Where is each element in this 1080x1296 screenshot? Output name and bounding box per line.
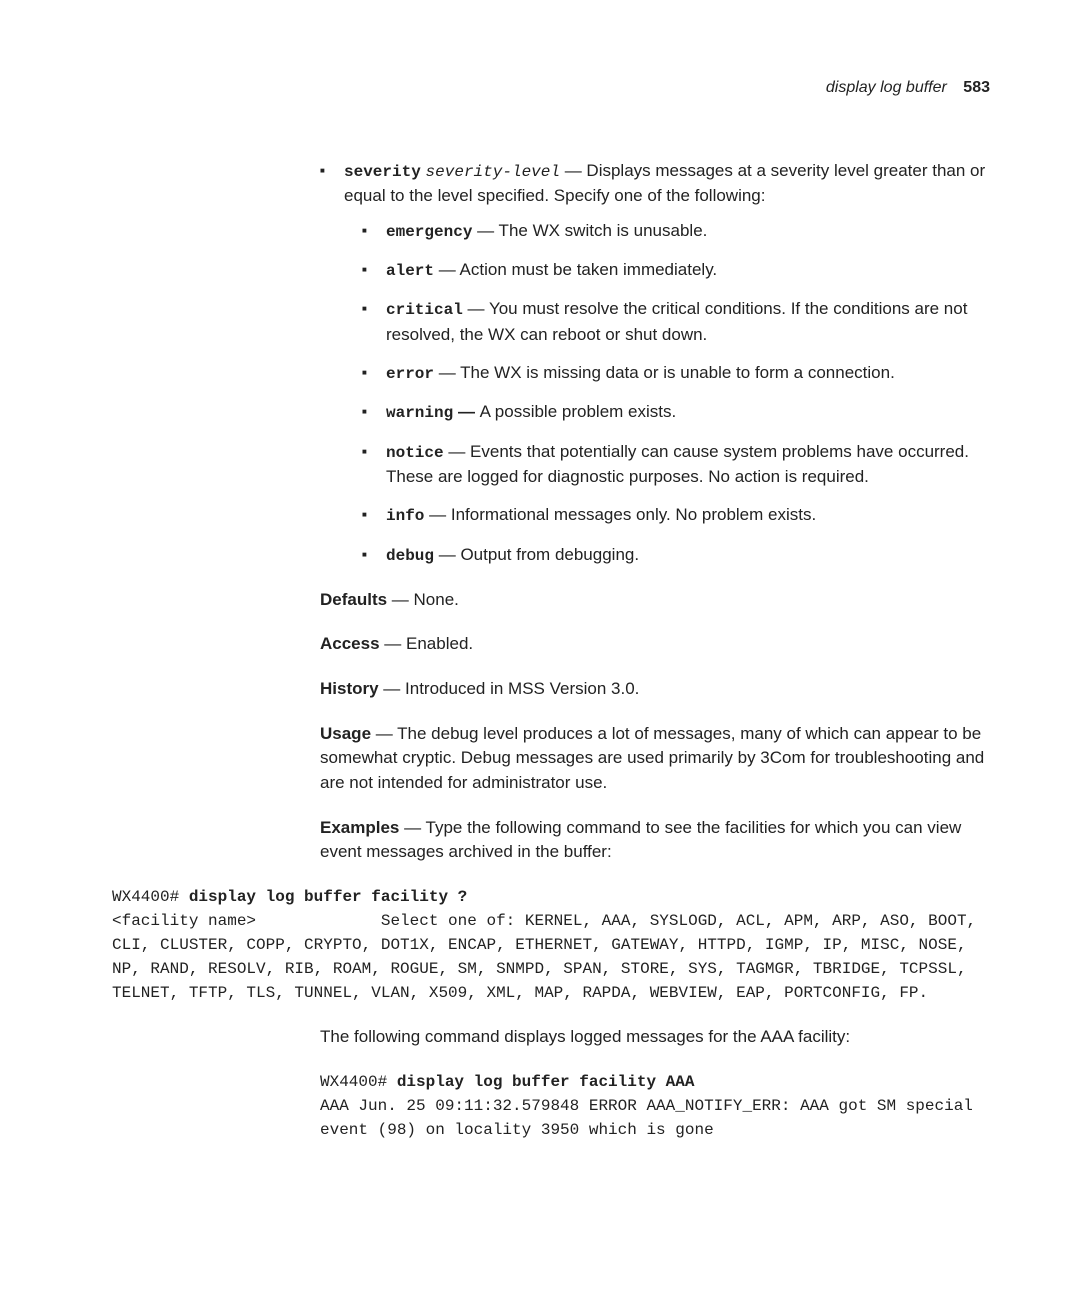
examples-label: Examples	[320, 818, 399, 837]
level-keyword: debug	[386, 547, 434, 565]
severity-arg: severity-level	[426, 163, 560, 181]
level-sep: —	[453, 402, 479, 421]
level-text: — Action must be taken immediately.	[434, 260, 717, 279]
list-item: alert — Action must be taken immediately…	[362, 258, 990, 283]
level-keyword: alert	[386, 262, 434, 280]
level-text: — You must resolve the critical conditio…	[386, 299, 967, 343]
history-label: History	[320, 679, 379, 698]
usage-value: — The debug level produces a lot of mess…	[320, 724, 984, 792]
command-prompt: WX4400#	[320, 1073, 397, 1091]
defaults-label: Defaults	[320, 590, 387, 609]
page-header: display log buffer 583	[112, 76, 990, 99]
followup-text: The following command displays logged me…	[320, 1025, 990, 1050]
command-output: <facility name> Select one of: KERNEL, A…	[112, 912, 986, 1002]
examples-para: Examples — Type the following command to…	[320, 816, 990, 865]
level-keyword: critical	[386, 301, 463, 319]
history-value: — Introduced in MSS Version 3.0.	[379, 679, 640, 698]
header-page-number: 583	[963, 79, 990, 96]
list-item: debug — Output from debugging.	[362, 543, 990, 568]
command-text: display log buffer facility AAA	[397, 1073, 695, 1091]
command-text: display log buffer facility ?	[189, 888, 467, 906]
level-text: — The WX is missing data or is unable to…	[434, 363, 895, 382]
examples-value: — Type the following command to see the …	[320, 818, 961, 862]
level-keyword: warning	[386, 404, 453, 422]
list-item: severity severity-level — Displays messa…	[320, 159, 990, 568]
defaults-para: Defaults — None.	[320, 588, 990, 613]
access-label: Access	[320, 634, 380, 653]
severity-levels-list: emergency — The WX switch is unusable. a…	[362, 219, 990, 568]
list-item: emergency — The WX switch is unusable.	[362, 219, 990, 244]
severity-keyword: severity	[344, 163, 421, 181]
header-title: display log buffer	[826, 79, 947, 96]
level-text: — Output from debugging.	[434, 545, 639, 564]
usage-label: Usage	[320, 724, 371, 743]
severity-list: severity severity-level — Displays messa…	[320, 159, 990, 568]
command-2-block: WX4400# display log buffer facility AAA …	[320, 1070, 990, 1142]
level-keyword: emergency	[386, 223, 472, 241]
level-keyword: notice	[386, 444, 444, 462]
level-keyword: error	[386, 365, 434, 383]
level-text: A possible problem exists.	[480, 402, 677, 421]
defaults-value: — None.	[387, 590, 459, 609]
level-text: — Events that potentially can cause syst…	[386, 442, 969, 486]
level-text: — Informational messages only. No proble…	[424, 505, 816, 524]
list-item: critical — You must resolve the critical…	[362, 297, 990, 347]
level-text: — The WX switch is unusable.	[472, 221, 707, 240]
history-para: History — Introduced in MSS Version 3.0.	[320, 677, 990, 702]
access-value: — Enabled.	[380, 634, 474, 653]
list-item: notice — Events that potentially can cau…	[362, 440, 990, 490]
command-output: AAA Jun. 25 09:11:32.579848 ERROR AAA_NO…	[320, 1097, 983, 1139]
command-1-block: WX4400# display log buffer facility ? <f…	[112, 885, 990, 1005]
list-item: info — Informational messages only. No p…	[362, 503, 990, 528]
usage-para: Usage — The debug level produces a lot o…	[320, 722, 990, 796]
list-item: error — The WX is missing data or is una…	[362, 361, 990, 386]
command-prompt: WX4400#	[112, 888, 189, 906]
access-para: Access — Enabled.	[320, 632, 990, 657]
level-keyword: info	[386, 507, 424, 525]
list-item: warning — A possible problem exists.	[362, 400, 990, 425]
